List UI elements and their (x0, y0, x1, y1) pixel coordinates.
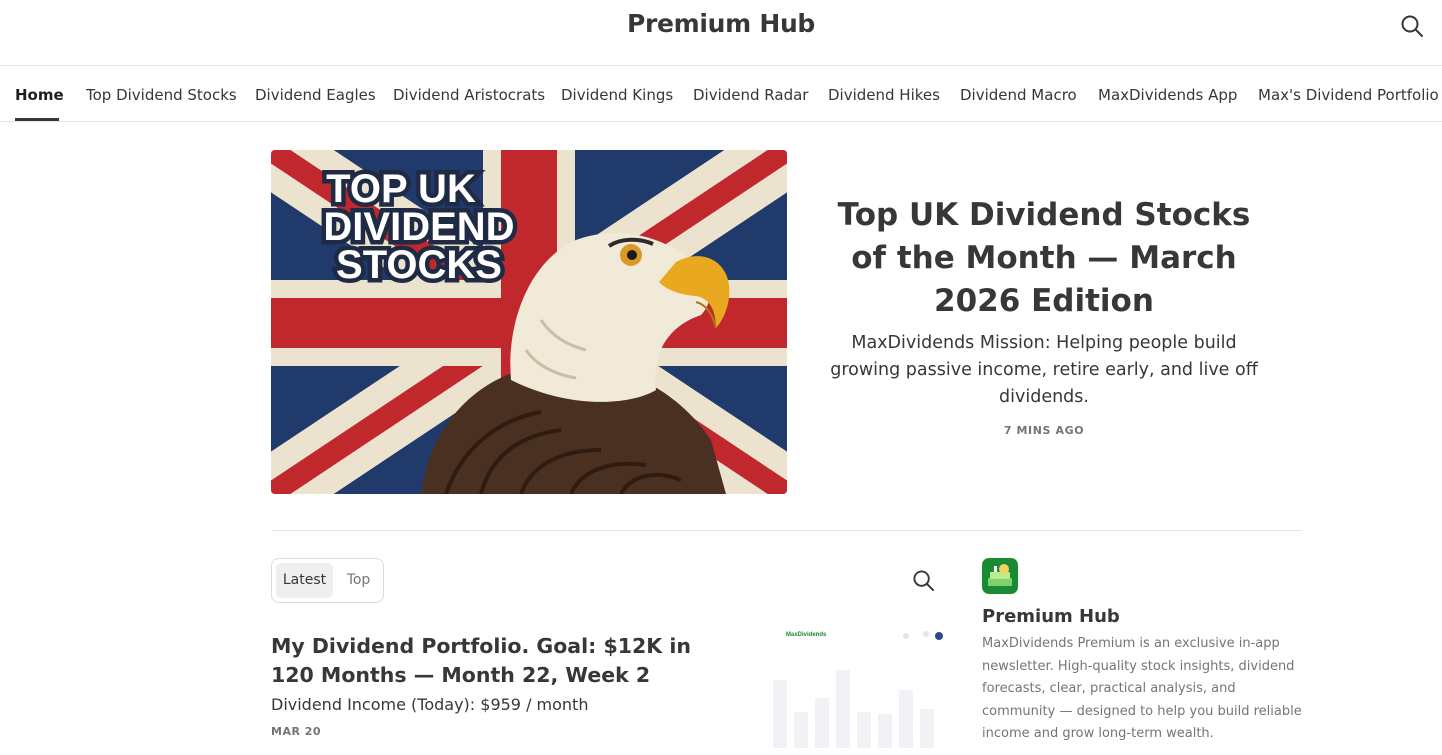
union-jack-eagle-illustration: TOP UK TOP UK DIVIDEND DIVIDEND STOCKS S… (271, 150, 787, 494)
nav-item-dividend-radar[interactable]: Dividend Radar (693, 85, 808, 105)
tab-latest[interactable]: Latest (276, 563, 333, 598)
featured-post-subtitle: MaxDividends Mission: Helping people bui… (830, 333, 1258, 407)
featured-post-image[interactable]: TOP UK TOP UK DIVIDEND DIVIDEND STOCKS S… (271, 150, 787, 494)
post-date: MAR 20 (271, 725, 322, 738)
post-title[interactable]: My Dividend Portfolio. Goal: $12K in 120… (271, 632, 731, 690)
nav-item-dividend-hikes[interactable]: Dividend Hikes (828, 85, 940, 105)
portfolio-chart-thumbnail: MaxDividends (773, 631, 943, 748)
nav-item-dividend-aristocrats[interactable]: Dividend Aristocrats (393, 85, 545, 105)
featured-post-title[interactable]: Top UK Dividend Stocks of the Month — Ma… (822, 194, 1266, 323)
active-tab-indicator (15, 118, 59, 121)
nav-item-dividend-kings[interactable]: Dividend Kings (561, 85, 673, 105)
site-title[interactable]: Premium Hub (0, 9, 1442, 38)
publication-name[interactable]: Premium Hub (982, 606, 1120, 627)
nav-item-home[interactable]: Home (15, 85, 64, 105)
image-text-line-3-fill: STOCKS (336, 243, 502, 287)
feed-tabs: Latest Top (271, 558, 384, 603)
nav-item-dividend-macro[interactable]: Dividend Macro (960, 85, 1077, 105)
search-icon[interactable] (912, 569, 935, 592)
nav-item-maxs-dividend-portfolio[interactable]: Max's Dividend Portfolio (1258, 85, 1439, 105)
publication-description: MaxDividends Premium is an exclusive in-… (982, 636, 1302, 741)
publication-logo[interactable] (982, 558, 1018, 594)
top-bar: Premium Hub (0, 0, 1442, 66)
post-thumbnail[interactable]: MaxDividends (766, 618, 949, 755)
money-stack-icon (988, 564, 1012, 586)
post-subtitle: Dividend Income (Today): $959 / month (271, 695, 589, 714)
nav-item-top-dividend-stocks[interactable]: Top Dividend Stocks (86, 85, 237, 105)
featured-post-time: 7 MINS AGO (1003, 424, 1085, 437)
section-nav: Home Top Dividend Stocks Dividend Eagles… (0, 66, 1442, 122)
search-icon[interactable] (1400, 14, 1424, 38)
nav-item-maxdividends-app[interactable]: MaxDividends App (1098, 85, 1237, 105)
thumbnail-brand: MaxDividends (786, 632, 827, 638)
section-divider (271, 530, 1302, 531)
tab-top[interactable]: Top (336, 563, 381, 598)
nav-item-dividend-eagles[interactable]: Dividend Eagles (255, 85, 376, 105)
